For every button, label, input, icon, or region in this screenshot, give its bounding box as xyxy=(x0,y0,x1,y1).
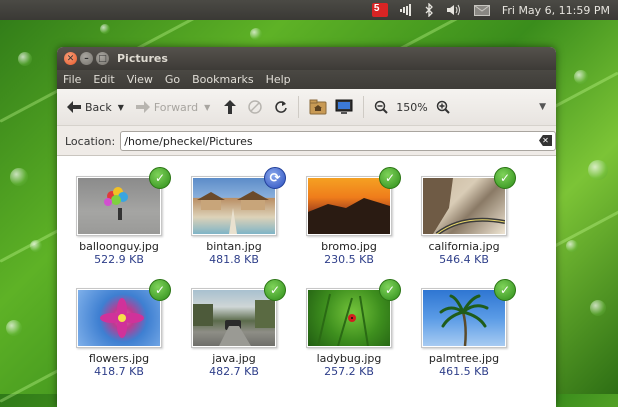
check-icon: ✓ xyxy=(264,279,286,301)
check-icon: ✓ xyxy=(149,167,171,189)
menu-bar: File Edit View Go Bookmarks Help xyxy=(57,70,556,89)
file-item[interactable]: ✓ palmtree.jpg 461.5 KB xyxy=(409,279,519,378)
check-icon: ✓ xyxy=(379,279,401,301)
file-name: bintan.jpg xyxy=(206,240,262,253)
zoom-in-button[interactable] xyxy=(432,93,454,121)
zoom-level[interactable]: 150% xyxy=(392,101,431,114)
close-window-button[interactable]: ✕ xyxy=(64,52,77,65)
forward-label: Forward xyxy=(153,100,199,114)
file-item[interactable]: ✓ flowers.jpg 418.7 KB xyxy=(64,279,174,378)
window-title: Pictures xyxy=(117,52,168,65)
file-item[interactable]: ✓ balloonguy.jpg 522.9 KB xyxy=(64,167,174,266)
stop-button[interactable] xyxy=(244,93,266,121)
check-icon: ✓ xyxy=(494,167,516,189)
back-arrow-icon xyxy=(67,101,81,113)
maximize-window-button[interactable]: □ xyxy=(96,52,109,65)
toolbar-separator xyxy=(363,96,365,118)
forward-arrow-icon xyxy=(135,101,150,113)
file-thumbnail: ⟳ xyxy=(191,167,286,236)
reload-button[interactable] xyxy=(270,93,292,121)
file-thumbnail: ✓ xyxy=(191,279,286,348)
clock[interactable]: Fri May 6, 11:59 PM xyxy=(496,0,618,20)
back-button[interactable]: Back ▼ xyxy=(63,93,128,121)
network-indicator[interactable]: 5 xyxy=(366,0,394,20)
menu-bookmarks[interactable]: Bookmarks xyxy=(186,73,259,86)
menu-go[interactable]: Go xyxy=(159,73,186,86)
file-name: flowers.jpg xyxy=(88,352,150,365)
file-name: ladybug.jpg xyxy=(316,352,382,365)
location-input[interactable]: /home/pheckel/Pictures ✕ xyxy=(120,131,556,151)
up-arrow-icon xyxy=(224,100,237,114)
file-name: balloonguy.jpg xyxy=(79,240,159,253)
file-size: 482.7 KB xyxy=(209,365,259,378)
toolbar-overflow-button[interactable]: ▼ xyxy=(535,93,550,121)
network-badge-icon: 5 xyxy=(371,3,388,17)
file-thumbnail: ✓ xyxy=(421,167,516,236)
menu-help[interactable]: Help xyxy=(260,73,297,86)
file-thumbnail: ✓ xyxy=(76,279,171,348)
up-button[interactable] xyxy=(220,93,240,121)
back-history-dropdown-icon[interactable]: ▼ xyxy=(118,103,124,112)
file-size: 546.4 KB xyxy=(439,253,489,266)
file-size: 481.8 KB xyxy=(209,253,259,266)
file-size: 461.5 KB xyxy=(439,365,489,378)
toolbar-separator xyxy=(298,96,300,118)
file-item[interactable]: ✓ california.jpg 546.4 KB xyxy=(409,167,519,266)
back-label: Back xyxy=(85,100,112,114)
location-path: /home/pheckel/Pictures xyxy=(124,134,253,148)
sync-icon: ⟳ xyxy=(264,167,286,189)
file-size: 257.2 KB xyxy=(324,365,374,378)
file-item[interactable]: ✓ ladybug.jpg 257.2 KB xyxy=(294,279,404,378)
file-thumbnail: ✓ xyxy=(306,167,401,236)
zoom-out-button[interactable] xyxy=(370,93,392,121)
reload-icon xyxy=(275,101,288,113)
menu-view[interactable]: View xyxy=(121,73,159,86)
file-thumbnail: ✓ xyxy=(421,279,516,348)
home-button[interactable] xyxy=(305,93,331,121)
volume-icon[interactable] xyxy=(440,0,468,20)
zoom-in-icon xyxy=(436,100,450,114)
file-item[interactable]: ✓ java.jpg 482.7 KB xyxy=(179,279,289,378)
file-thumbnail: ✓ xyxy=(76,167,171,236)
location-label: Location: xyxy=(65,134,116,148)
file-item[interactable]: ✓ bromo.jpg 230.5 KB xyxy=(294,167,404,266)
file-size: 230.5 KB xyxy=(324,253,374,266)
file-name: palmtree.jpg xyxy=(428,352,500,365)
signal-strength-icon[interactable] xyxy=(394,0,418,20)
computer-icon xyxy=(335,99,353,114)
check-icon: ✓ xyxy=(379,167,401,189)
file-size: 418.7 KB xyxy=(94,365,144,378)
minimize-window-button[interactable]: – xyxy=(80,52,93,65)
forward-history-dropdown-icon[interactable]: ▼ xyxy=(204,103,210,112)
check-icon: ✓ xyxy=(149,279,171,301)
menu-edit[interactable]: Edit xyxy=(87,73,120,86)
file-size: 522.9 KB xyxy=(94,253,144,266)
forward-button[interactable]: Forward ▼ xyxy=(132,93,214,121)
stop-icon xyxy=(248,100,263,114)
bluetooth-icon[interactable] xyxy=(418,0,440,20)
file-item[interactable]: ⟳ bintan.jpg 481.8 KB xyxy=(179,167,289,266)
file-thumbnail: ✓ xyxy=(306,279,401,348)
file-view: ✓ balloonguy.jpg 522.9 KB ⟳ bintan.jpg 4… xyxy=(57,155,556,407)
toolbar: Back ▼ Forward ▼ 150% ▼ xyxy=(57,89,556,126)
computer-button[interactable] xyxy=(331,93,357,121)
top-panel: 5 Fri May 6, 11:59 PM xyxy=(0,0,618,20)
zoom-out-icon xyxy=(375,100,388,114)
mail-icon[interactable] xyxy=(468,0,496,20)
file-name: bromo.jpg xyxy=(321,240,377,253)
window-titlebar[interactable]: ✕ – □ Pictures xyxy=(57,47,556,70)
check-icon: ✓ xyxy=(494,279,516,301)
file-name: california.jpg xyxy=(428,240,500,253)
file-manager-window: ✕ – □ Pictures File Edit View Go Bookmar… xyxy=(57,47,556,407)
location-bar: Location: /home/pheckel/Pictures ✕ xyxy=(57,126,556,156)
home-folder-icon xyxy=(309,99,327,115)
clear-location-icon[interactable]: ✕ xyxy=(539,135,552,146)
menu-file[interactable]: File xyxy=(57,73,87,86)
file-name: java.jpg xyxy=(212,352,256,365)
